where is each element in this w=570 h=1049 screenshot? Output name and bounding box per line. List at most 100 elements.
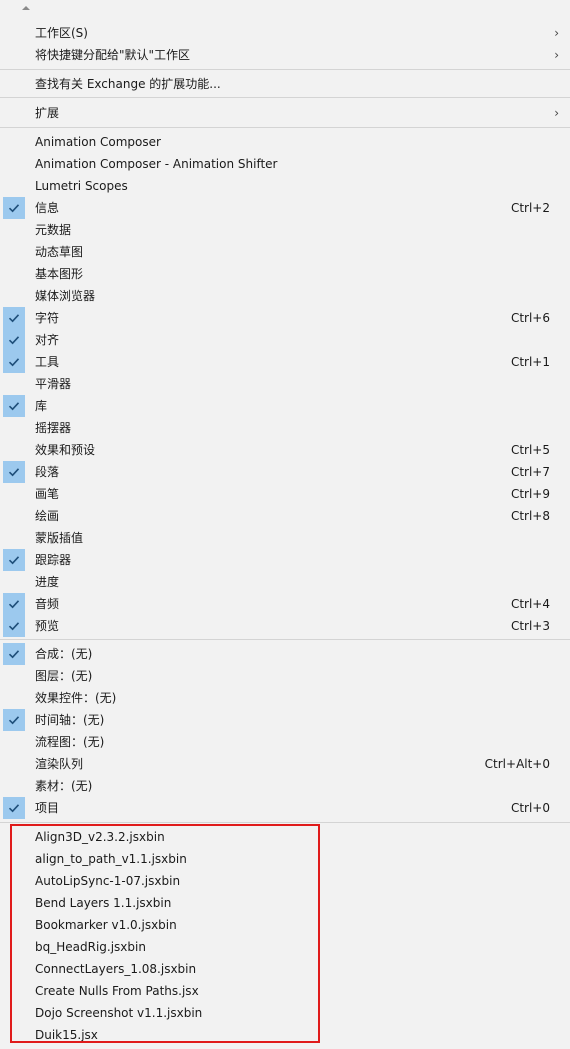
menu-item-label: 图层：(无) — [35, 669, 93, 683]
menu-separator — [0, 69, 570, 70]
menu-item-label: Lumetri Scopes — [35, 179, 128, 193]
menu-item-label: Animation Composer - Animation Shifter — [35, 157, 278, 171]
menu-item-label: 素材：(无) — [35, 779, 93, 793]
menu-item-信息[interactable]: 信息 Ctrl+2 — [0, 197, 570, 219]
menu-item-label: 平滑器 — [35, 377, 72, 391]
checkmark-icon — [3, 395, 25, 417]
menu-item-lumetri-scopes[interactable]: Lumetri Scopes — [0, 175, 570, 197]
menu-item-绘画[interactable]: 绘画 Ctrl+8 — [0, 505, 570, 527]
menu-item-label: 绘画 — [35, 509, 60, 523]
menu-item-label: 渲染队列 — [35, 757, 84, 771]
menu-separator — [0, 822, 570, 823]
menu-item-label: 流程图：(无) — [35, 735, 105, 749]
menu-item-label: 摇摆器 — [35, 421, 72, 435]
checkmark-icon — [3, 593, 25, 615]
menu-item-进度[interactable]: 进度 — [0, 571, 570, 593]
menu-item-label: 预览 — [35, 619, 60, 633]
menu-item-效果和预设[interactable]: 效果和预设 Ctrl+5 — [0, 439, 570, 461]
menu-item-预览[interactable]: 预览 Ctrl+3 — [0, 615, 570, 637]
menu-item-label: 基本图形 — [35, 267, 84, 281]
menu-item-音频[interactable]: 音频 Ctrl+4 — [0, 593, 570, 615]
menu-separator — [0, 127, 570, 128]
scroll-up-arrow-icon[interactable] — [22, 6, 30, 10]
menu-item-animation-composer-animation-shifter[interactable]: Animation Composer - Animation Shifter — [0, 153, 570, 175]
menu-item-合成-无[interactable]: 合成：(无) — [0, 643, 570, 665]
menu-item-shortcut: Ctrl+9 — [510, 487, 550, 501]
submenu-chevron-icon: › — [554, 106, 559, 120]
submenu-chevron-icon: › — [554, 26, 559, 40]
menu-item-将快捷键分配给-默认-工作区[interactable]: 将快捷键分配给"默认"工作区 › — [0, 44, 570, 66]
menu-item-时间轴-无[interactable]: 时间轴：(无) — [0, 709, 570, 731]
menu-item-字符[interactable]: 字符 Ctrl+6 — [0, 307, 570, 329]
menu-item-shortcut: Ctrl+2 — [510, 201, 550, 215]
menu-item-label: 扩展 — [35, 106, 60, 120]
menu-item-扩展[interactable]: 扩展 › — [0, 102, 570, 124]
scripts-highlight-box — [10, 824, 320, 1043]
menu-item-label: 效果控件：(无) — [35, 691, 117, 705]
menu-item-label: 字符 — [35, 311, 60, 325]
menu-item-label: 跟踪器 — [35, 553, 72, 567]
menu-item-摇摆器[interactable]: 摇摆器 — [0, 417, 570, 439]
checkmark-icon — [3, 797, 25, 819]
checkmark-icon — [3, 709, 25, 731]
menu-item-媒体浏览器[interactable]: 媒体浏览器 — [0, 285, 570, 307]
menu-item-shortcut: Ctrl+6 — [510, 311, 550, 325]
menu-item-素材-无[interactable]: 素材：(无) — [0, 775, 570, 797]
menu-item-animation-composer[interactable]: Animation Composer — [0, 131, 570, 153]
menu-item-动态草图[interactable]: 动态草图 — [0, 241, 570, 263]
menu-item-label: 工具 — [35, 355, 60, 369]
menu-item-label: 画笔 — [35, 487, 60, 501]
menu-item-蒙版插值[interactable]: 蒙版插值 — [0, 527, 570, 549]
menu-item-平滑器[interactable]: 平滑器 — [0, 373, 570, 395]
menu-item-label: 音频 — [35, 597, 60, 611]
menu-item-shortcut: Ctrl+8 — [510, 509, 550, 523]
menu-item-label: 媒体浏览器 — [35, 289, 96, 303]
menu-item-shortcut: Ctrl+1 — [510, 355, 550, 369]
menu-item-工作区-s[interactable]: 工作区(S) › — [0, 22, 570, 44]
menu-item-label: 库 — [35, 399, 48, 413]
menu-item-label: 查找有关 Exchange 的扩展功能... — [35, 77, 221, 91]
menu-item-效果控件-无[interactable]: 效果控件：(无) — [0, 687, 570, 709]
menu-item-label: 项目 — [35, 801, 60, 815]
menu-item-label: 时间轴：(无) — [35, 713, 105, 727]
menu-separator — [0, 97, 570, 98]
menu-item-label: 信息 — [35, 201, 60, 215]
menu-item-label: 工作区(S) — [35, 26, 88, 40]
menu-item-label: 效果和预设 — [35, 443, 96, 457]
menu-item-画笔[interactable]: 画笔 Ctrl+9 — [0, 483, 570, 505]
menu-item-工具[interactable]: 工具 Ctrl+1 — [0, 351, 570, 373]
menu-item-shortcut: Ctrl+4 — [510, 597, 550, 611]
window-menu: 工作区(S) › 将快捷键分配给"默认"工作区 › 查找有关 Exchange 的扩展功… — [0, 0, 570, 1049]
menu-item-label: 段落 — [35, 465, 60, 479]
menu-item-段落[interactable]: 段落 Ctrl+7 — [0, 461, 570, 483]
menu-item-shortcut: Ctrl+7 — [510, 465, 550, 479]
menu-item-基本图形[interactable]: 基本图形 — [0, 263, 570, 285]
checkmark-icon — [3, 329, 25, 351]
checkmark-icon — [3, 307, 25, 329]
menu-item-label: 元数据 — [35, 223, 72, 237]
menu-item-label: 将快捷键分配给"默认"工作区 — [35, 48, 191, 62]
checkmark-icon — [3, 197, 25, 219]
menu-item-跟踪器[interactable]: 跟踪器 — [0, 549, 570, 571]
menu-item-label: 蒙版插值 — [35, 531, 84, 545]
menu-item-label: 进度 — [35, 575, 60, 589]
checkmark-icon — [3, 643, 25, 665]
menu-item-库[interactable]: 库 — [0, 395, 570, 417]
menu-item-shortcut: Ctrl+0 — [510, 801, 550, 815]
checkmark-icon — [3, 615, 25, 637]
menu-item-label: 动态草图 — [35, 245, 84, 259]
submenu-chevron-icon: › — [554, 48, 559, 62]
menu-item-查找有关-exchange-的扩展功能[interactable]: 查找有关 Exchange 的扩展功能... — [0, 73, 570, 95]
menu-item-shortcut: Ctrl+Alt+0 — [484, 757, 550, 771]
menu-item-对齐[interactable]: 对齐 — [0, 329, 570, 351]
checkmark-icon — [3, 351, 25, 373]
checkmark-icon — [3, 549, 25, 571]
menu-item-元数据[interactable]: 元数据 — [0, 219, 570, 241]
menu-item-项目[interactable]: 项目 Ctrl+0 — [0, 797, 570, 819]
menu-item-渲染队列[interactable]: 渲染队列 Ctrl+Alt+0 — [0, 753, 570, 775]
checkmark-icon — [3, 461, 25, 483]
menu-separator — [0, 639, 570, 640]
menu-item-流程图-无[interactable]: 流程图：(无) — [0, 731, 570, 753]
menu-item-shortcut: Ctrl+3 — [510, 619, 550, 633]
menu-item-图层-无[interactable]: 图层：(无) — [0, 665, 570, 687]
